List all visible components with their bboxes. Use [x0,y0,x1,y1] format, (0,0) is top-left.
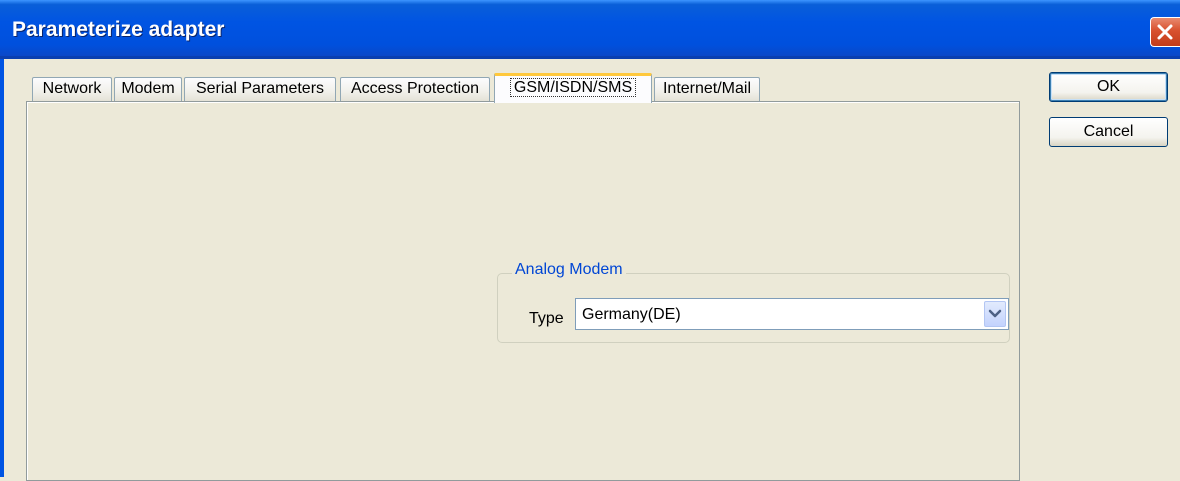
tab-label: Modem [121,80,175,97]
group-title: Analog Modem [512,261,626,279]
dialog-body: Network Modem Serial Parameters Access P… [0,59,1180,481]
title-bar[interactable]: Parameterize adapter [0,0,1180,59]
type-value: Germany(DE) [582,306,681,323]
tab-modem[interactable]: Modem [114,77,182,101]
tab-serial-parameters[interactable]: Serial Parameters [184,77,336,101]
cancel-label: Cancel [1083,123,1134,140]
close-button[interactable] [1150,17,1180,47]
tab-label: Serial Parameters [195,80,325,97]
ok-label: OK [1096,78,1121,95]
dialog-window: Parameterize adapter Network Modem Seria… [0,0,1180,481]
dropdown-button[interactable] [984,301,1006,327]
window-border [0,59,4,477]
tab-gsm-isdn-sms[interactable]: GSM/ISDN/SMS [494,73,652,103]
tab-panel: Analog Modem Type Germany(DE) [26,101,1020,481]
tab-label: GSM/ISDN/SMS [509,78,637,97]
type-dropdown[interactable]: Germany(DE) [575,298,1009,330]
tab-label: Internet/Mail [662,80,752,97]
analog-modem-group: Analog Modem Type Germany(DE) [497,261,1010,343]
close-icon [1157,24,1173,40]
tab-label: Network [42,80,102,97]
chevron-down-icon [988,309,1002,318]
cancel-button[interactable]: Cancel [1049,117,1168,147]
type-label: Type [529,310,564,327]
ok-button[interactable]: OK [1049,72,1168,102]
tab-network[interactable]: Network [32,77,112,101]
tab-internet-mail[interactable]: Internet/Mail [654,77,760,101]
tab-access-protection[interactable]: Access Protection [340,77,490,101]
window-title: Parameterize adapter [12,18,225,41]
tab-label: Access Protection [350,80,480,97]
